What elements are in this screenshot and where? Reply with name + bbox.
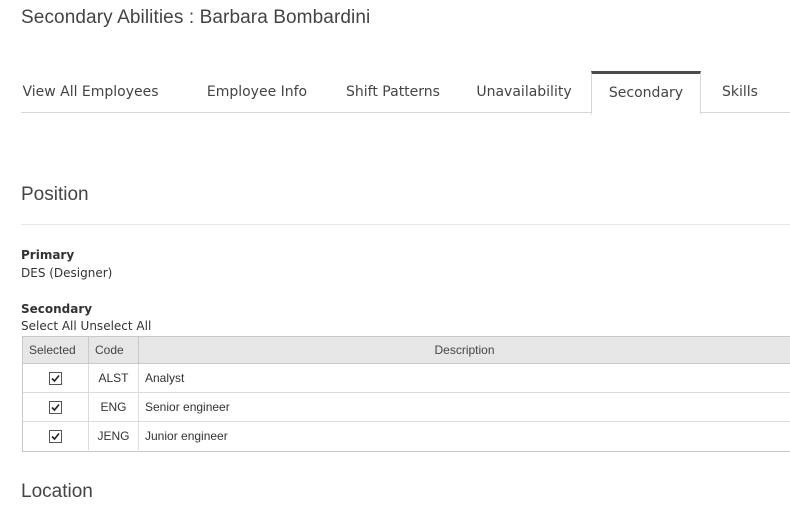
description-cell: Senior engineer [138, 392, 790, 422]
page-title: Secondary Abilities : Barbara Bombardini [21, 7, 371, 28]
selected-checkbox[interactable] [49, 401, 62, 415]
table-row: ALST Analyst [23, 363, 790, 393]
select-links: Select All Unselect All [21, 319, 151, 333]
checkmark-icon [51, 375, 60, 383]
tab-view-all-employees[interactable]: View All Employees [21, 71, 160, 111]
column-header-description[interactable]: Description [138, 337, 790, 364]
primary-value: DES (Designer) [21, 266, 113, 280]
code-cell: ALST [88, 363, 139, 393]
checkmark-icon [51, 404, 60, 412]
secondary-positions-table: Selected Code Description ALST Analyst E… [22, 336, 790, 452]
selected-cell [23, 363, 89, 393]
section-divider [21, 224, 790, 225]
selected-cell [23, 421, 89, 450]
tab-skills[interactable]: Skills [711, 71, 769, 111]
column-header-code[interactable]: Code [88, 337, 139, 364]
position-section-title: Position [21, 184, 89, 205]
table-row: JENG Junior engineer [23, 421, 790, 450]
primary-label: Primary [21, 248, 75, 262]
unselect-all-link[interactable]: Unselect All [81, 319, 152, 333]
tab-shift-patterns[interactable]: Shift Patterns [337, 71, 449, 111]
tab-unavailability[interactable]: Unavailability [469, 71, 579, 111]
code-cell: JENG [88, 421, 139, 450]
column-header-selected[interactable]: Selected [23, 337, 89, 364]
table-row: ENG Senior engineer [23, 392, 790, 422]
description-cell: Junior engineer [145, 429, 228, 443]
tab-employee-info[interactable]: Employee Info [192, 71, 322, 111]
selected-checkbox[interactable] [49, 430, 62, 444]
checkmark-icon [51, 433, 60, 441]
tab-secondary[interactable]: Secondary [591, 71, 701, 115]
selected-checkbox[interactable] [49, 372, 62, 386]
select-all-link[interactable]: Select All [21, 319, 77, 333]
secondary-label: Secondary [21, 302, 93, 316]
selected-cell [23, 392, 89, 422]
description-cell: Analyst [138, 363, 790, 393]
code-cell: ENG [88, 392, 139, 422]
tab-bar: View All Employees Employee Info Shift P… [21, 71, 790, 115]
location-section-title: Location [21, 481, 93, 502]
